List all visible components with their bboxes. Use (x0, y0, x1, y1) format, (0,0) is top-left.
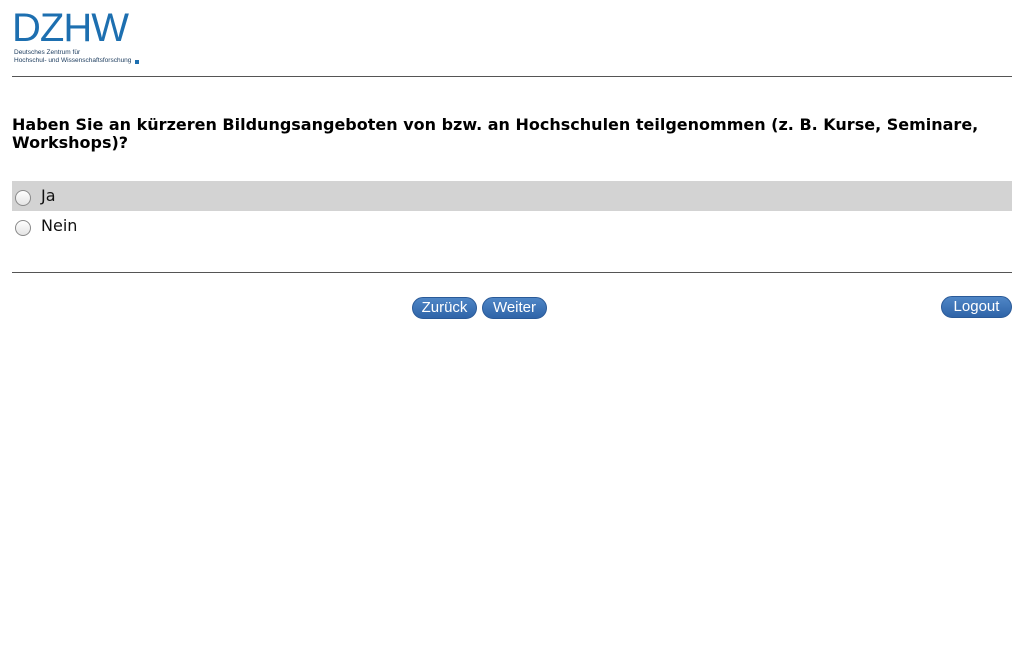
option-label-nein: Nein (41, 216, 78, 235)
logo-mark: DZHW (12, 6, 129, 50)
option-ja[interactable]: Ja (12, 181, 1012, 211)
header-divider (12, 76, 1012, 77)
footer-divider (12, 272, 1012, 273)
dzhw-logo: DZHW Deutsches Zentrum für Hochschul- un… (12, 8, 152, 68)
logo-subtitle: Deutsches Zentrum für Hochschul- und Wis… (14, 49, 149, 65)
radio-nein[interactable] (15, 219, 31, 236)
logo-subtitle-line-1: Deutsches Zentrum für (14, 49, 81, 56)
logo-subtitle-line-2: Hochschul- und Wissenschaftsforschung (14, 57, 132, 64)
survey-page: DZHW Deutsches Zentrum für Hochschul- un… (0, 0, 1024, 657)
option-nein[interactable]: Nein (12, 211, 1012, 241)
radio-ja[interactable] (15, 189, 31, 206)
logout-button[interactable]: Logout (941, 296, 1012, 318)
header: DZHW Deutsches Zentrum für Hochschul- un… (12, 8, 1012, 68)
answer-options: Ja Nein (12, 181, 1012, 241)
option-label-ja: Ja (41, 186, 56, 205)
logo-dot-icon (135, 60, 139, 64)
next-button[interactable]: Weiter (482, 297, 547, 319)
question-text: Haben Sie an kürzeren Bildungsangeboten … (12, 115, 979, 152)
back-button[interactable]: Zurück (412, 297, 477, 319)
